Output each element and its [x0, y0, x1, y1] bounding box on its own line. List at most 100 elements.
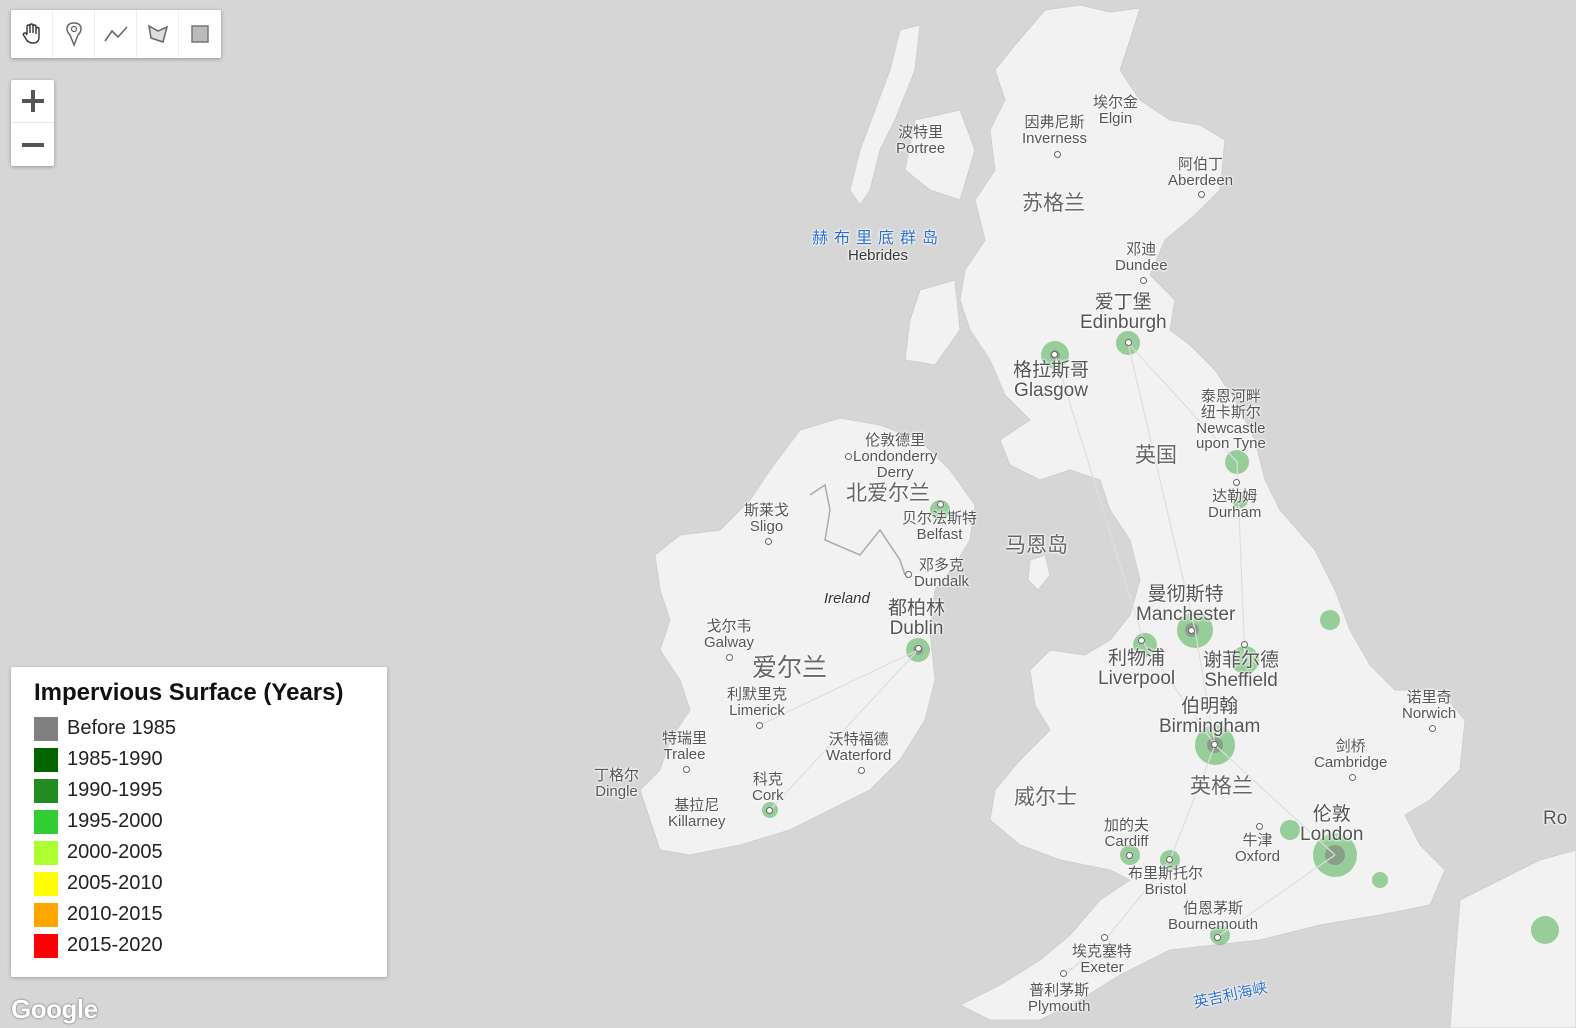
map-label-liverpool: 利物浦 Liverpool: [1098, 648, 1176, 689]
city-marker: [858, 767, 865, 774]
map-label-ro: Ro: [1543, 808, 1568, 829]
city-marker: [845, 453, 852, 460]
city-marker: [1125, 339, 1132, 346]
map-label-ireland-en: Ireland: [824, 590, 870, 607]
legend-item-label: 2000-2005: [67, 841, 163, 863]
legend-item-label: 2015-2020: [67, 934, 163, 956]
city-marker: [937, 501, 944, 508]
google-logo: Google: [11, 994, 98, 1024]
map-label-isle-of-man: 马恩岛: [1005, 534, 1068, 557]
city-marker: [1188, 627, 1195, 634]
legend-swatch: [34, 716, 58, 741]
zoom-out-button[interactable]: [11, 123, 54, 166]
map-label-tralee: 特瑞里 Tralee: [662, 730, 708, 763]
legend-item-label: 1985-1990: [67, 748, 163, 770]
map-label-uk: 英国: [1135, 444, 1177, 467]
map-label-newcastle: 泰恩河畔 纽卡斯尔 Newcastle upon Tyne: [1196, 388, 1266, 453]
legend-swatch: [34, 778, 58, 803]
legend-item-label: 2005-2010: [67, 872, 163, 894]
legend-swatch: [34, 902, 58, 927]
legend-item-label: 2010-2015: [67, 903, 163, 925]
legend-item: 2010-2015: [34, 899, 387, 930]
legend-item: 2015-2020: [34, 930, 387, 961]
map-label-bournemouth: 伯恩茅斯 Bournemouth: [1168, 900, 1259, 933]
map-label-wales: 威尔士: [1014, 786, 1077, 809]
map-label-manchester: 曼彻斯特 Manchester: [1136, 584, 1236, 625]
map-label-sheffield: 谢菲尔德 Sheffield: [1203, 650, 1280, 691]
city-marker: [1211, 741, 1218, 748]
map-label-oxford: 牛津 Oxford: [1235, 832, 1281, 865]
legend-panel: Impervious Surface (Years) Before 1985 19…: [11, 667, 387, 977]
polygon-icon[interactable]: [137, 10, 179, 58]
map-label-belfast: 贝尔法斯特 Belfast: [902, 510, 978, 543]
map-label-dingle: 丁格尔 Dingle: [594, 767, 640, 800]
legend-swatch: [34, 871, 58, 896]
map-label-dundee: 邓迪 Dundee: [1115, 241, 1168, 274]
map-label-killarney: 基拉尼 Killarney: [668, 797, 726, 830]
map-label-waterford: 沃特福德 Waterford: [826, 731, 892, 764]
map-label-glasgow: 格拉斯哥 Glasgow: [1013, 360, 1090, 401]
map-label-edinburgh: 爱丁堡 Edinburgh: [1080, 292, 1167, 333]
map-label-exeter: 埃克塞特 Exeter: [1072, 943, 1133, 976]
city-marker: [1233, 479, 1240, 486]
legend-item: 1995-2000: [34, 806, 387, 837]
city-marker: [726, 654, 733, 661]
map-label-sligo: 斯莱戈 Sligo: [744, 502, 790, 535]
map-label-limerick: 利默里克 Limerick: [727, 686, 788, 719]
map-label-bristol: 布里斯托尔 Bristol: [1128, 865, 1204, 898]
city-marker: [1054, 151, 1061, 158]
legend-item: 1985-1990: [34, 744, 387, 775]
map-label-dublin: 都柏林 Dublin: [888, 598, 946, 639]
map-label-cambridge: 剑桥 Cambridge: [1314, 738, 1388, 771]
map-label-cork: 科克 Cork: [752, 771, 784, 804]
marker-icon[interactable]: [53, 10, 95, 58]
map-label-inverness: 因弗尼斯 Inverness: [1022, 114, 1088, 147]
legend-item: Before 1985: [34, 713, 387, 744]
city-marker: [1198, 191, 1205, 198]
city-marker: [1166, 856, 1173, 863]
legend-swatch: [34, 809, 58, 834]
legend-item: 1990-1995: [34, 775, 387, 806]
drawing-toolbar: [11, 10, 221, 58]
city-marker: [1060, 970, 1067, 977]
polyline-icon[interactable]: [95, 10, 137, 58]
map-label-galway: 戈尔韦 Galway: [704, 618, 755, 651]
city-marker: [756, 722, 763, 729]
legend-swatch: [34, 840, 58, 865]
city-marker: [905, 571, 912, 578]
city-marker: [1214, 934, 1221, 941]
city-marker: [1140, 277, 1147, 284]
hand-icon[interactable]: [11, 10, 53, 58]
legend-item-label: Before 1985: [67, 717, 176, 739]
map-label-cardiff: 加的夫 Cardiff: [1104, 817, 1150, 850]
map-label-england: 英格兰: [1190, 775, 1253, 798]
city-marker: [1349, 774, 1356, 781]
city-marker: [1241, 641, 1248, 648]
legend-item-label: 1995-2000: [67, 810, 163, 832]
map-label-plymouth: 普利茅斯 Plymouth: [1028, 982, 1091, 1015]
legend-swatch: [34, 933, 58, 958]
city-marker: [1256, 823, 1263, 830]
zoom-in-button[interactable]: [11, 80, 54, 123]
city-marker: [683, 766, 690, 773]
map-label-norwich: 诺里奇 Norwich: [1402, 689, 1457, 722]
city-marker: [915, 645, 922, 652]
city-marker: [1429, 725, 1436, 732]
city-marker: [1051, 351, 1058, 358]
map-label-dundalk: 邓多克 Dundalk: [914, 557, 970, 590]
map-label-northern-ireland: 北爱尔兰: [846, 482, 930, 505]
legend-item: 2005-2010: [34, 868, 387, 899]
city-marker: [1126, 852, 1133, 859]
map-label-hebrides: 赫布里底群岛 Hebrides: [812, 230, 945, 264]
map-label-elgin: 埃尔金 Elgin: [1093, 94, 1139, 127]
map-label-londonderry: 伦敦德里 Londonderry Derry: [853, 432, 938, 481]
map-label-aberdeen: 阿伯丁 Aberdeen: [1168, 156, 1234, 189]
map-label-portree: 波特里 Portree: [896, 124, 946, 157]
legend-swatch: [34, 747, 58, 772]
legend-item: 2000-2005: [34, 837, 387, 868]
city-marker: [1138, 637, 1145, 644]
rectangle-icon[interactable]: [179, 10, 221, 58]
map-label-scotland: 苏格兰: [1022, 192, 1085, 215]
map-label-london: 伦敦 London: [1300, 804, 1364, 845]
zoom-control: [11, 80, 54, 166]
